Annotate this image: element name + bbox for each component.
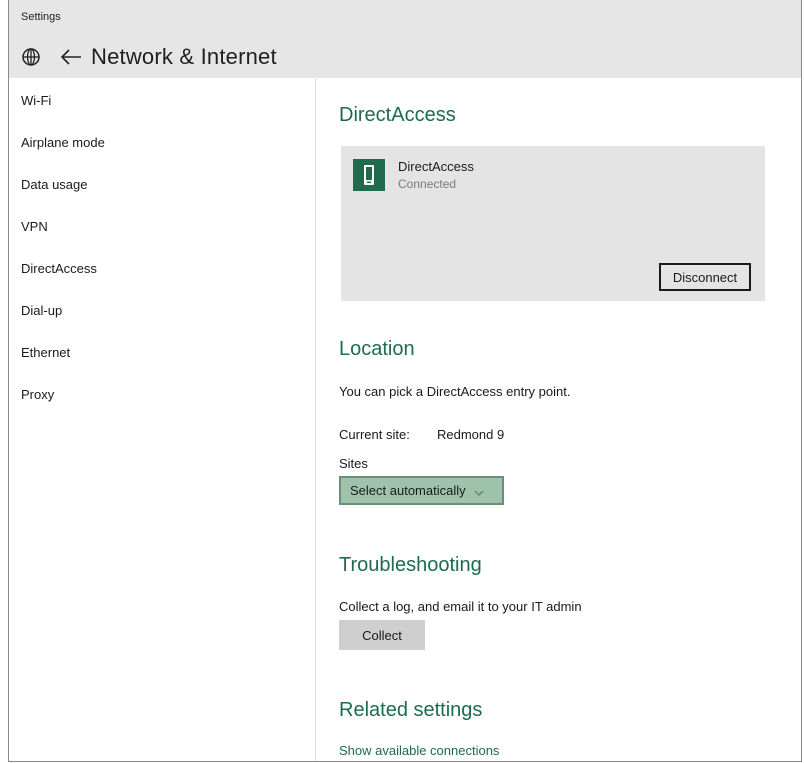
- main-content: DirectAccess DirectAccess Connected Disc…: [315, 78, 801, 761]
- settings-window: Settings Network & Internet Wi-Fi Airpla…: [8, 0, 802, 762]
- current-site-value: Redmond 9: [437, 427, 505, 442]
- related-settings-title: Related settings: [339, 699, 483, 721]
- sidebar-item-dial-up[interactable]: Dial-up: [21, 303, 62, 318]
- sidebar-item-data-usage[interactable]: Data usage: [21, 177, 88, 192]
- sidebar-item-proxy[interactable]: Proxy: [21, 387, 54, 402]
- disconnect-button[interactable]: Disconnect: [659, 263, 751, 291]
- sites-dropdown-value: Select automatically: [350, 483, 466, 498]
- globe-icon: [21, 47, 41, 67]
- show-available-connections-link[interactable]: Show available connections: [339, 743, 499, 758]
- sidebar-item-vpn[interactable]: VPN: [21, 219, 48, 234]
- location-section-title: Location: [339, 338, 415, 360]
- sites-label: Sites: [339, 456, 368, 471]
- sidebar-item-wifi[interactable]: Wi-Fi: [21, 93, 51, 108]
- phone-device-icon: [353, 159, 385, 191]
- connection-card[interactable]: DirectAccess Connected Disconnect: [341, 146, 765, 301]
- current-site-label: Current site:: [339, 427, 410, 442]
- troubleshooting-section-title: Troubleshooting: [339, 554, 482, 576]
- connection-status: Connected: [398, 177, 457, 191]
- page-header: Network & Internet: [21, 40, 277, 74]
- sidebar-item-ethernet[interactable]: Ethernet: [21, 345, 70, 360]
- sidebar-item-airplane-mode[interactable]: Airplane mode: [21, 135, 105, 150]
- sites-dropdown[interactable]: Select automatically: [339, 476, 504, 505]
- chevron-down-icon: [474, 486, 484, 496]
- app-title: Settings: [21, 11, 61, 23]
- sidebar: Wi-Fi Airplane mode Data usage VPN Direc…: [9, 78, 316, 761]
- troubleshooting-description: Collect a log, and email it to your IT a…: [339, 599, 582, 614]
- page-title: Network & Internet: [91, 44, 277, 69]
- back-arrow-icon[interactable]: [59, 48, 83, 66]
- connection-name: DirectAccess: [398, 159, 474, 174]
- title-bar: Settings Network & Internet: [9, 0, 801, 78]
- location-description: You can pick a DirectAccess entry point.: [339, 384, 571, 399]
- collect-button[interactable]: Collect: [339, 620, 425, 650]
- directaccess-section-title: DirectAccess: [339, 104, 456, 126]
- sidebar-item-directaccess[interactable]: DirectAccess: [21, 261, 97, 276]
